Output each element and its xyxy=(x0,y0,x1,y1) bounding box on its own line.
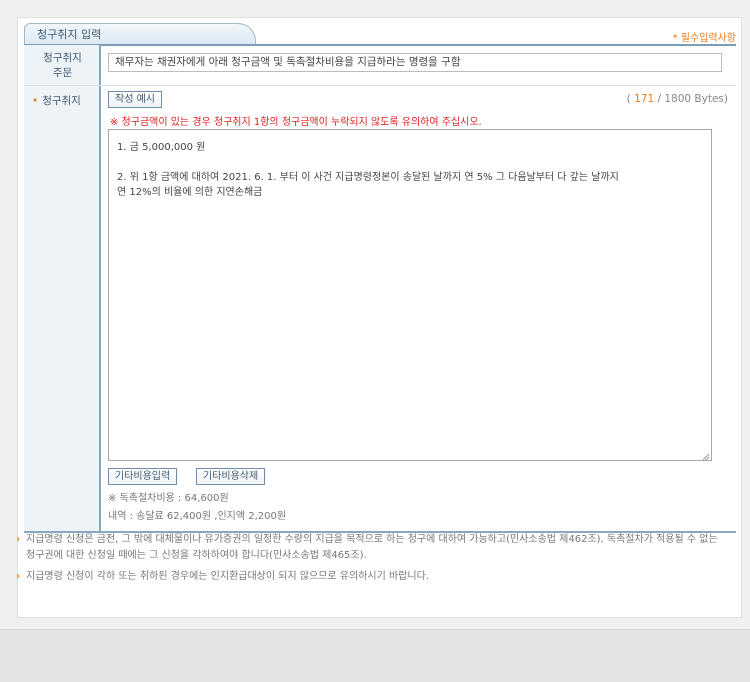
claim-textarea[interactable]: 1. 금 5,000,000 원 2. 위 1항 금액에 대하여 2021. 6… xyxy=(108,129,712,461)
claim-line-1: 1. 금 5,000,000 원 xyxy=(117,142,206,153)
order-row: 청구취지 주문 채무자는 채권자에게 아래 청구금액 및 독촉절차비용을 지급하… xyxy=(24,45,736,86)
order-label-line1: 청구취지 xyxy=(43,52,82,64)
order-label-line2: 주문 xyxy=(52,67,73,79)
cost-total: ※ 독촉절차비용 : 64,600원 xyxy=(108,493,229,504)
warning-text: ※ 청구금액이 있는 경우 청구취지 1항의 청구금액이 누락되지 않도록 유의… xyxy=(110,117,482,128)
label-column xyxy=(24,45,101,531)
required-dot: • xyxy=(32,95,39,107)
claim-line-3: 연 12%의 비율에 의한 지연손해금 xyxy=(117,187,263,198)
form-panel: 청구취지 입력 * 필수입력사항 청구취지 주문 채무자는 채권자에게 아래 청… xyxy=(17,17,742,618)
byte-counter-open: ( xyxy=(626,93,631,105)
required-note: * 필수입력사항 xyxy=(672,33,736,44)
notes-list: › 지급명령 신청은 금전, 그 밖에 대체물이나 유가증권의 일정한 수량의 … xyxy=(16,532,721,590)
claim-form-table: 청구취지 주문 채무자는 채권자에게 아래 청구금액 및 독촉절차비용을 지급하… xyxy=(24,45,736,533)
claim-label: • 청구취지 xyxy=(32,93,81,108)
order-label: 청구취지 주문 xyxy=(24,51,101,81)
resize-grip-icon[interactable] xyxy=(702,451,710,461)
add-cost-button[interactable]: 기타비용입력 xyxy=(108,468,178,485)
cost-detail: 내역 : 송달료 62,400원 ,인지액 2,200원 xyxy=(108,511,287,522)
claim-line-2: 2. 위 1항 금액에 대하여 2021. 6. 1. 부터 이 사건 지급명령… xyxy=(117,172,619,183)
claim-line-spacer xyxy=(117,155,703,170)
note-item: › 지급명령 신청은 금전, 그 밖에 대체물이나 유가증권의 일정한 수량의 … xyxy=(16,532,721,564)
order-field: 채무자는 채권자에게 아래 청구금액 및 독촉절차비용을 지급하라는 명령을 구… xyxy=(108,53,722,72)
tab-bar: 청구취지 입력 * 필수입력사항 xyxy=(24,23,736,46)
page-footer xyxy=(0,629,750,682)
example-button[interactable]: 작성 예시 xyxy=(108,91,162,108)
byte-counter: ( 171 / 1800 Bytes) xyxy=(627,93,728,105)
byte-limit: / 1800 Bytes) xyxy=(657,93,729,105)
note-text-1: 지급명령 신청은 금전, 그 밖에 대체물이나 유가증권의 일정한 수량의 지급… xyxy=(26,534,718,561)
tab-claim-input[interactable]: 청구취지 입력 xyxy=(24,23,256,45)
byte-count: 171 xyxy=(634,93,655,105)
chevron-right-icon: › xyxy=(16,571,21,582)
delete-cost-button[interactable]: 기타비용삭제 xyxy=(196,468,266,485)
note-item: › 지급명령 신청이 각하 또는 취하된 경우에는 인지환급대상이 되지 않으므… xyxy=(16,569,721,585)
note-text-2: 지급명령 신청이 각하 또는 취하된 경우에는 인지환급대상이 되지 않으므로 … xyxy=(26,571,429,582)
claim-label-text: 청구취지 xyxy=(42,95,81,107)
chevron-right-icon: › xyxy=(16,534,21,545)
